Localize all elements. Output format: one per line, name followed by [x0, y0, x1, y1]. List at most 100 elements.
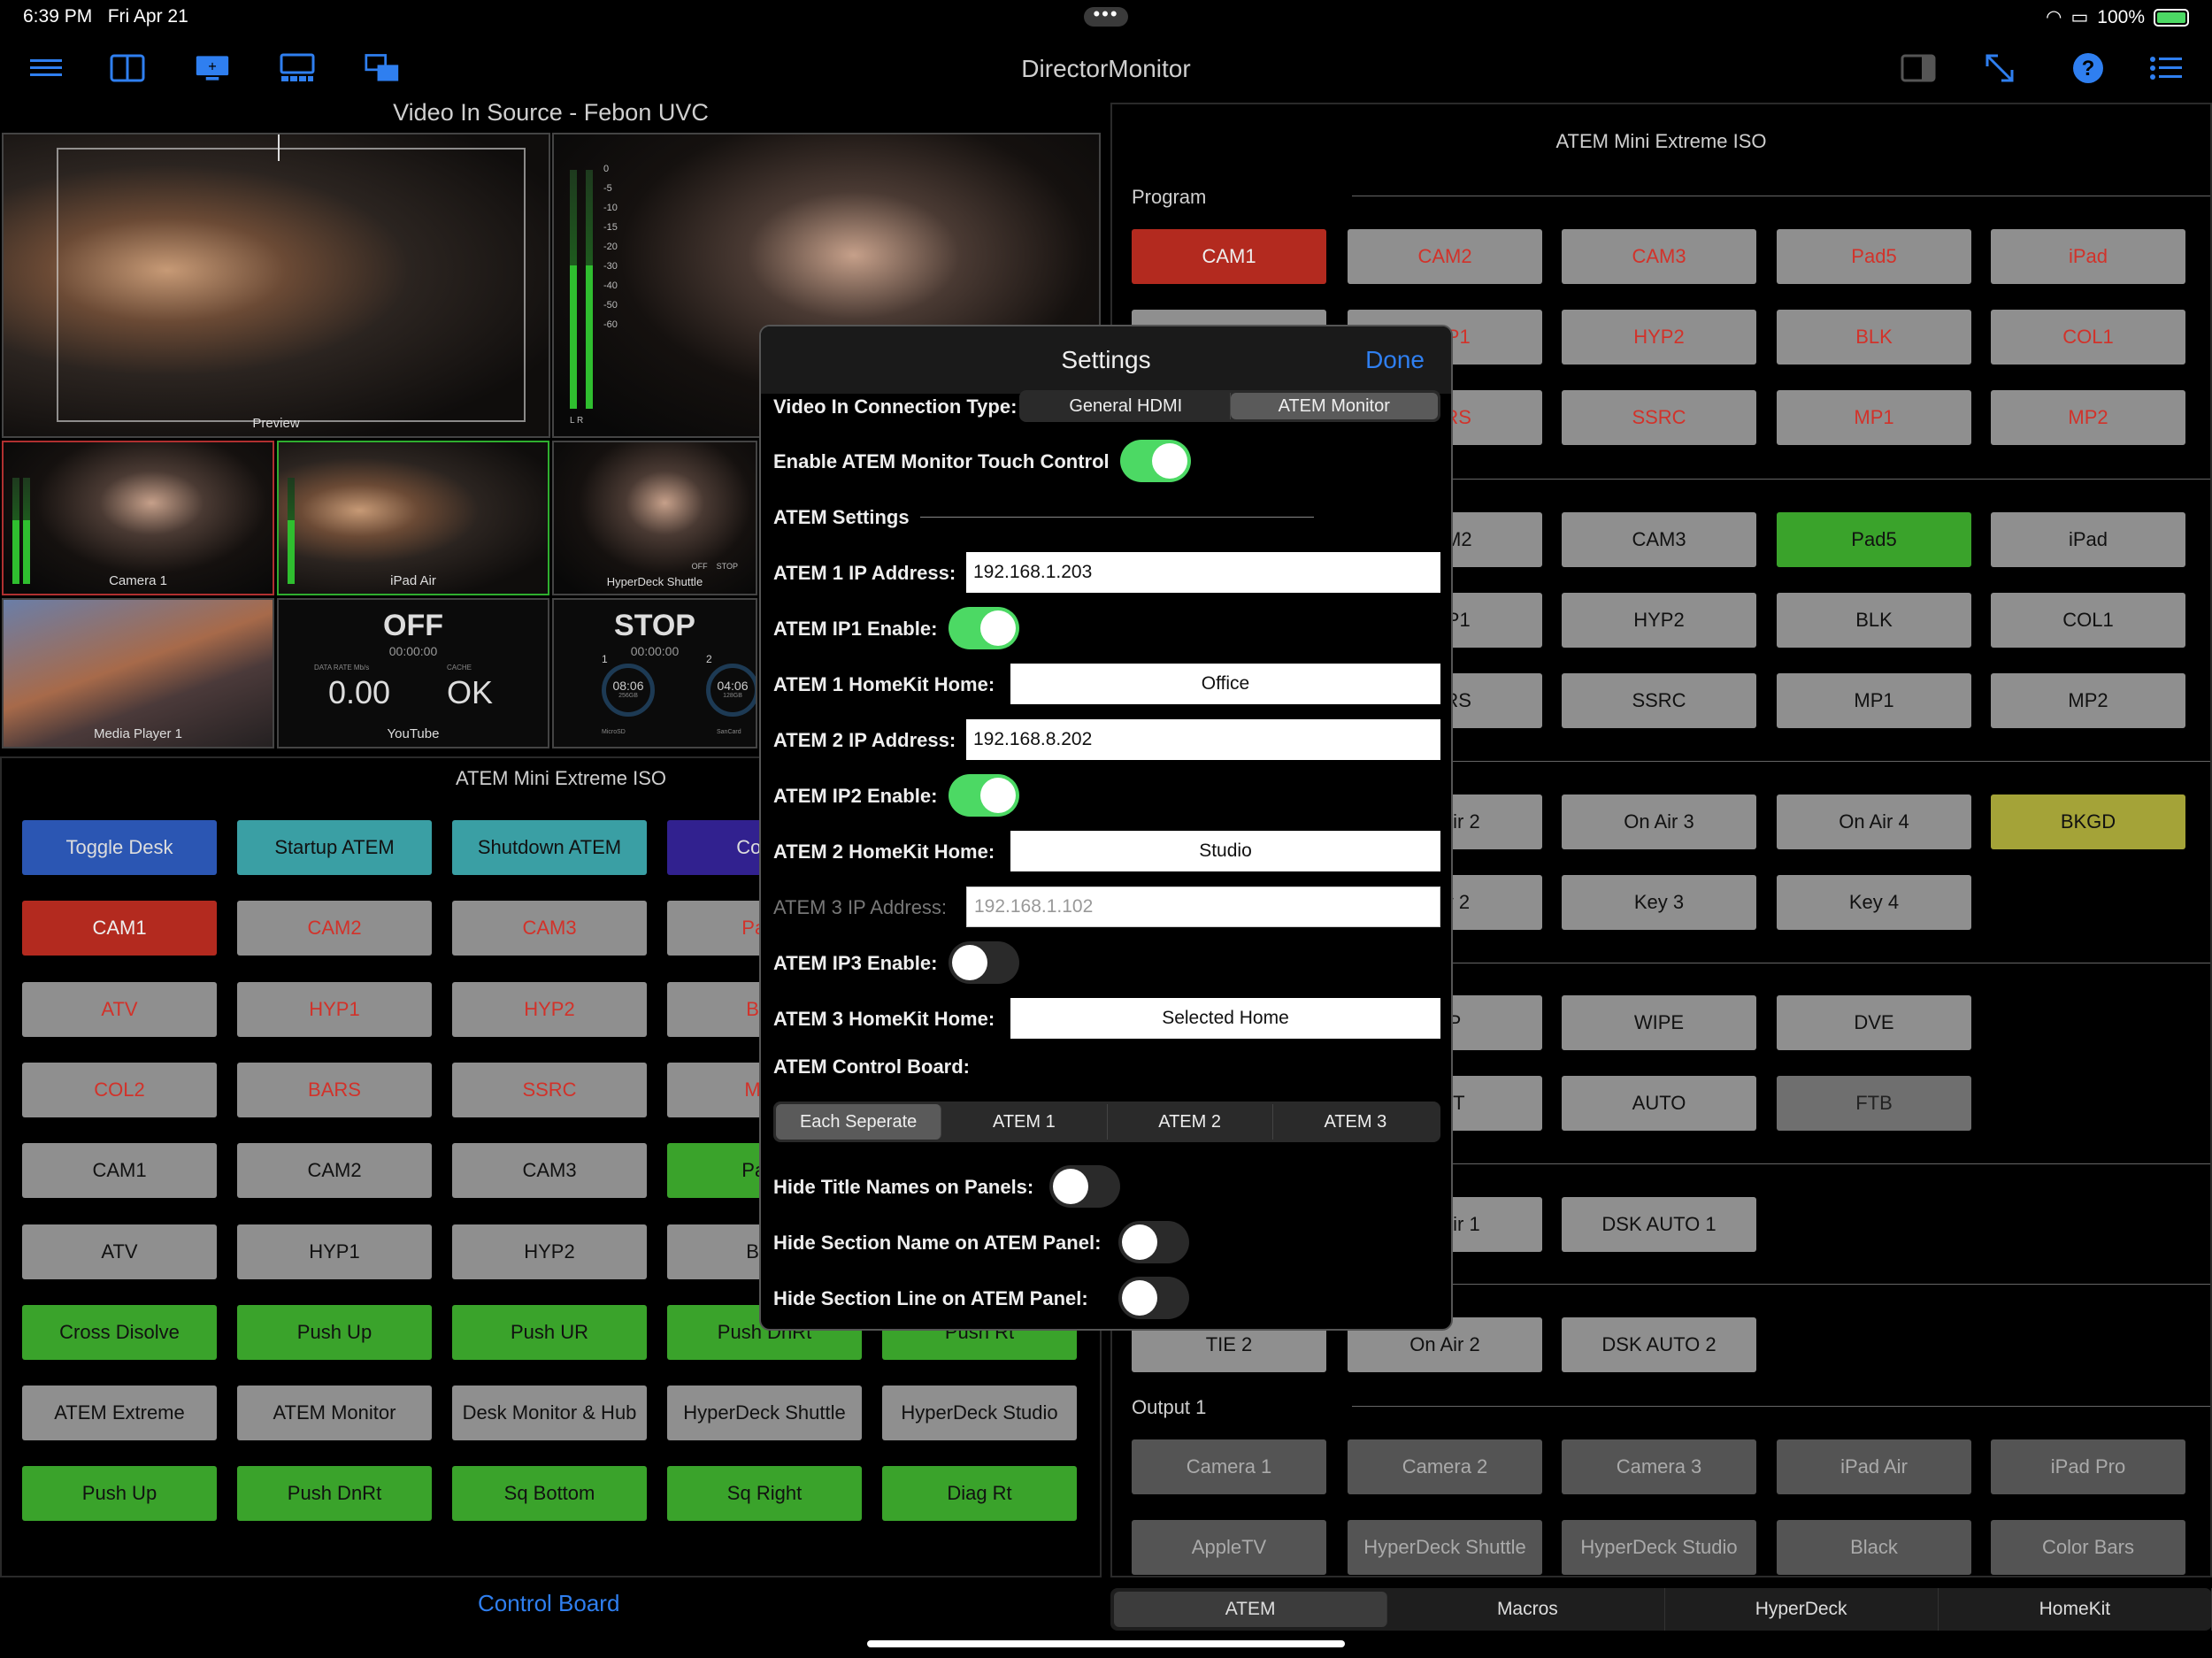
- atem2-home-field[interactable]: Studio: [1010, 831, 1440, 871]
- multiview-youtube[interactable]: OFF 00:00:00 DATA RATE Mb/s CACHE 0.00 O…: [277, 598, 549, 748]
- left-button[interactable]: Shutdown ATEM: [452, 820, 647, 875]
- right-button[interactable]: Camera 1: [1132, 1439, 1326, 1494]
- right-button[interactable]: COL1: [1991, 593, 2185, 648]
- list-icon[interactable]: [2148, 53, 2184, 83]
- hide-section-name-toggle[interactable]: [1118, 1221, 1189, 1263]
- left-button[interactable]: ATV: [22, 982, 217, 1037]
- right-button[interactable]: AUTO: [1562, 1076, 1756, 1131]
- home-indicator[interactable]: [867, 1640, 1345, 1647]
- right-button[interactable]: Camera 2: [1348, 1439, 1542, 1494]
- right-button[interactable]: COL1: [1991, 310, 2185, 365]
- left-button[interactable]: ATEM Monitor: [237, 1386, 432, 1440]
- monitor-add-icon[interactable]: +: [195, 53, 230, 83]
- right-button[interactable]: Black: [1777, 1520, 1971, 1575]
- left-button[interactable]: Push Up: [237, 1305, 432, 1360]
- multitasking-dots[interactable]: •••: [1084, 4, 1128, 27]
- left-button[interactable]: Push UR: [452, 1305, 647, 1360]
- multiview-hyperdeck-status[interactable]: STOP 00:00:00 1 2 08:06 256GB 04:06 128G…: [552, 598, 757, 748]
- right-button[interactable]: iPad Air: [1777, 1439, 1971, 1494]
- control-board-atem3[interactable]: ATEM 3: [1273, 1104, 1438, 1140]
- right-button[interactable]: BLK: [1777, 310, 1971, 365]
- left-button[interactable]: Diag Rt: [882, 1466, 1077, 1521]
- multiview-hyperdeck-shuttle[interactable]: HyperDeck Shuttle OFF STOP: [552, 441, 757, 595]
- conn-atem-monitor[interactable]: ATEM Monitor: [1230, 393, 1438, 419]
- left-button[interactable]: Push DnRt: [237, 1466, 432, 1521]
- right-button[interactable]: DVE: [1777, 995, 1971, 1050]
- window-arrange-icon[interactable]: [365, 53, 400, 83]
- right-button[interactable]: HyperDeck Shuttle: [1348, 1520, 1542, 1575]
- left-button[interactable]: ATV: [22, 1224, 217, 1279]
- help-icon[interactable]: ?: [2070, 53, 2106, 83]
- right-button[interactable]: Pad5: [1777, 512, 1971, 567]
- left-button[interactable]: HYP2: [452, 1224, 647, 1279]
- touch-control-toggle[interactable]: [1120, 440, 1191, 482]
- menu-icon[interactable]: [28, 53, 64, 83]
- tab-hyperdeck[interactable]: HyperDeck: [1665, 1588, 1939, 1631]
- left-button[interactable]: CAM2: [237, 1143, 432, 1198]
- multiview-media-player[interactable]: Media Player 1: [2, 598, 274, 748]
- right-button[interactable]: On Air 3: [1562, 794, 1756, 849]
- right-button[interactable]: MP1: [1777, 673, 1971, 728]
- right-button[interactable]: MP2: [1991, 673, 2185, 728]
- right-button[interactable]: DSK AUTO 2: [1562, 1317, 1756, 1372]
- right-button[interactable]: iPad: [1991, 229, 2185, 284]
- right-button[interactable]: FTB: [1777, 1076, 1971, 1131]
- left-button[interactable]: HYP1: [237, 982, 432, 1037]
- done-button[interactable]: Done: [1365, 346, 1425, 374]
- atem1-enable-toggle[interactable]: [949, 607, 1019, 649]
- left-button[interactable]: Sq Bottom: [452, 1466, 647, 1521]
- right-button[interactable]: Key 4: [1777, 875, 1971, 930]
- right-button[interactable]: CAM2: [1348, 229, 1542, 284]
- atem2-enable-toggle[interactable]: [949, 774, 1019, 817]
- right-button[interactable]: iPad: [1991, 512, 2185, 567]
- left-button[interactable]: CAM3: [452, 901, 647, 956]
- control-board-link[interactable]: Control Board: [478, 1590, 619, 1617]
- right-button[interactable]: AppleTV: [1132, 1520, 1326, 1575]
- atem3-enable-toggle[interactable]: [949, 941, 1019, 984]
- right-button[interactable]: Color Bars: [1991, 1520, 2185, 1575]
- left-button[interactable]: COL2: [22, 1063, 217, 1117]
- multiview-camera1[interactable]: Camera 1: [2, 441, 274, 595]
- left-button[interactable]: SSRC: [452, 1063, 647, 1117]
- right-button[interactable]: WIPE: [1562, 995, 1756, 1050]
- left-button[interactable]: BARS: [237, 1063, 432, 1117]
- control-board-atem2[interactable]: ATEM 2: [1108, 1104, 1273, 1140]
- atem3-ip-field[interactable]: 192.168.1.102: [966, 887, 1440, 927]
- right-button[interactable]: DSK AUTO 1: [1562, 1197, 1756, 1252]
- hide-titles-toggle[interactable]: [1049, 1165, 1120, 1208]
- left-button[interactable]: HYP2: [452, 982, 647, 1037]
- right-button[interactable]: CAM1: [1132, 229, 1326, 284]
- sidebar-icon[interactable]: [1901, 53, 1936, 83]
- left-button[interactable]: Desk Monitor & Hub: [452, 1386, 647, 1440]
- multiview-icon[interactable]: [280, 53, 315, 83]
- split-view-icon[interactable]: [110, 53, 145, 83]
- right-button[interactable]: CAM3: [1562, 512, 1756, 567]
- tab-macros[interactable]: Macros: [1391, 1588, 1665, 1631]
- left-button[interactable]: Startup ATEM: [237, 820, 432, 875]
- left-button[interactable]: HyperDeck Shuttle: [667, 1386, 862, 1440]
- right-button[interactable]: BKGD: [1991, 794, 2185, 849]
- atem3-home-field[interactable]: Selected Home: [1010, 998, 1440, 1039]
- right-button[interactable]: Key 3: [1562, 875, 1756, 930]
- right-button[interactable]: BLK: [1777, 593, 1971, 648]
- right-button[interactable]: CAM3: [1562, 229, 1756, 284]
- left-button[interactable]: Push Up: [22, 1466, 217, 1521]
- left-button[interactable]: Sq Right: [667, 1466, 862, 1521]
- right-button[interactable]: HYP2: [1562, 593, 1756, 648]
- right-button[interactable]: SSRC: [1562, 390, 1756, 445]
- hide-section-line-toggle[interactable]: [1118, 1277, 1189, 1319]
- right-button[interactable]: On Air 4: [1777, 794, 1971, 849]
- multiview-ipad-air[interactable]: iPad Air: [277, 441, 549, 595]
- left-button[interactable]: CAM2: [237, 901, 432, 956]
- expand-icon[interactable]: [1982, 53, 2017, 83]
- right-button[interactable]: MP2: [1991, 390, 2185, 445]
- left-button[interactable]: Toggle Desk: [22, 820, 217, 875]
- left-button[interactable]: HyperDeck Studio: [882, 1386, 1077, 1440]
- left-button[interactable]: ATEM Extreme: [22, 1386, 217, 1440]
- left-button[interactable]: CAM1: [22, 1143, 217, 1198]
- right-button[interactable]: HYP2: [1562, 310, 1756, 365]
- control-board-atem1[interactable]: ATEM 1: [941, 1104, 1108, 1140]
- conn-general-hdmi[interactable]: General HDMI: [1022, 393, 1231, 419]
- tab-homekit[interactable]: HomeKit: [1939, 1588, 2212, 1631]
- right-button[interactable]: iPad Pro: [1991, 1439, 2185, 1494]
